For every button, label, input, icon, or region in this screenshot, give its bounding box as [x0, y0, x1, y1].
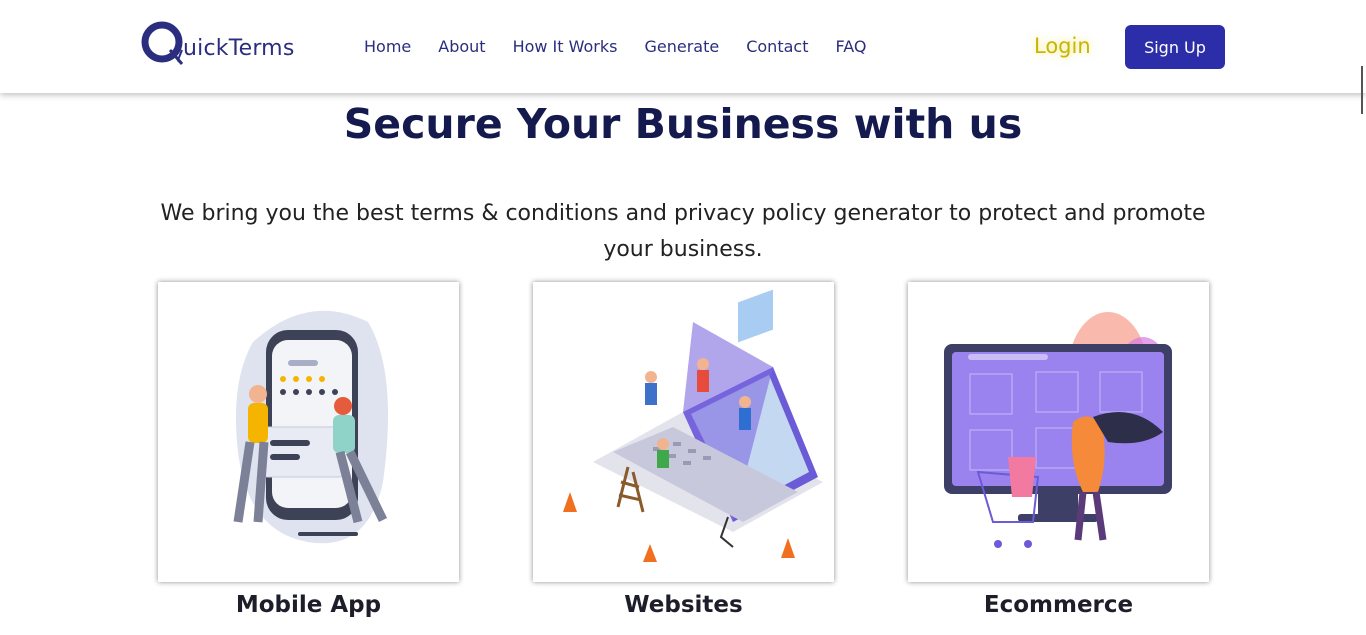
card-ecommerce[interactable] [908, 282, 1209, 582]
logo-text: uickTerms [183, 36, 295, 61]
hero-title: Secure Your Business with us [343, 100, 1023, 148]
websites-illustration [563, 289, 823, 562]
nav-about[interactable]: About [438, 37, 485, 56]
ecommerce-illustration [944, 312, 1172, 548]
card-label-ecommerce: Ecommerce [983, 592, 1134, 618]
main-nav: Home About How It Works Generate Contact… [364, 37, 893, 56]
quickterms-logo[interactable]: uickTerms [140, 20, 300, 68]
card-label-mobile-app: Mobile App [235, 592, 382, 618]
sign-up-button[interactable]: Sign Up [1125, 25, 1225, 69]
hero-subtitle: We bring you the best terms & conditions… [160, 201, 1206, 262]
mobile-app-illustration [233, 310, 388, 544]
nav-generate[interactable]: Generate [644, 37, 719, 56]
login-link[interactable]: Login [1034, 34, 1091, 58]
nav-home[interactable]: Home [364, 37, 411, 56]
card-websites[interactable] [533, 282, 834, 582]
site-header: uickTerms Home About How It Works Genera… [0, 0, 1366, 93]
card-label-websites: Websites [624, 592, 743, 618]
nav-contact[interactable]: Contact [746, 37, 808, 56]
nav-faq[interactable]: FAQ [835, 37, 866, 56]
scrollbar-thumb[interactable] [1361, 66, 1363, 114]
card-mobile-app[interactable] [158, 282, 459, 582]
nav-how-it-works[interactable]: How It Works [513, 37, 618, 56]
